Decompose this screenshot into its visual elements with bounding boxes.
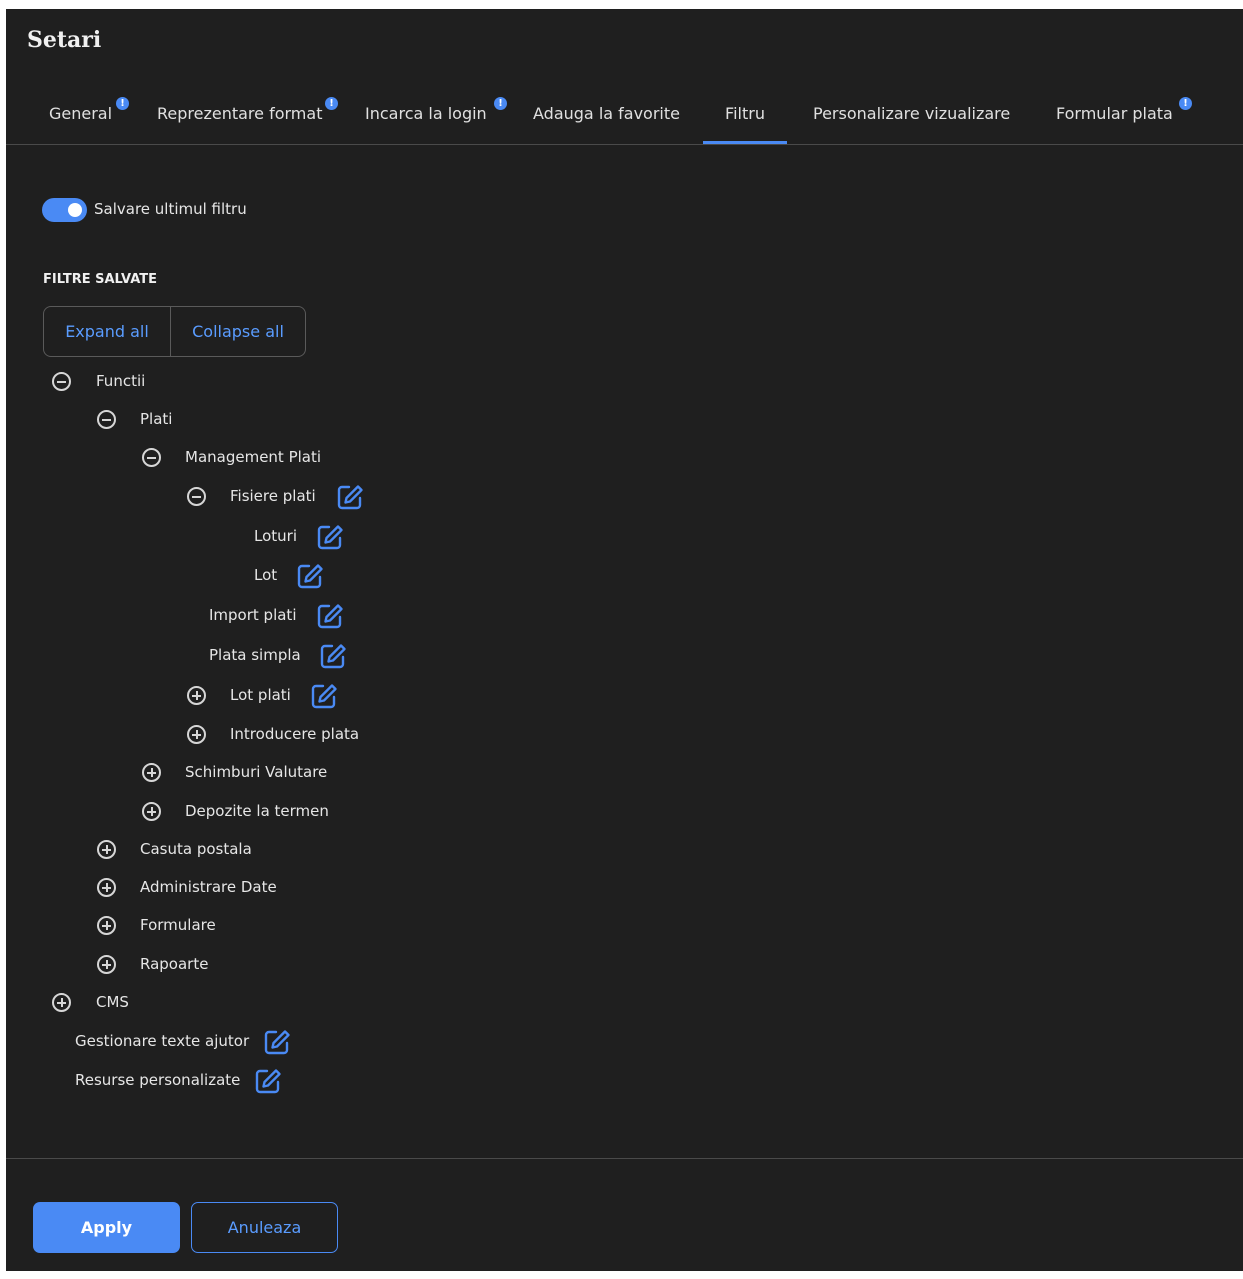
edit-icon[interactable]: [296, 562, 324, 590]
expand-icon[interactable]: [142, 763, 161, 782]
tree-node-label[interactable]: Import plati: [209, 606, 296, 624]
cancel-button[interactable]: Anuleaza: [191, 1202, 338, 1253]
tree-node-label[interactable]: Resurse personalizate: [75, 1071, 240, 1089]
toggle-knob: [68, 203, 82, 217]
tree-node-label[interactable]: Plata simpla: [209, 646, 301, 664]
tree-node-label[interactable]: Casuta postala: [140, 840, 252, 858]
expand-icon[interactable]: [142, 802, 161, 821]
expand-icon[interactable]: [97, 840, 116, 859]
alert-badge-icon: !: [116, 97, 129, 110]
tree-node-label[interactable]: Fisiere plati: [230, 487, 316, 505]
tree-node-label[interactable]: Plati: [140, 410, 172, 428]
footer-divider: [6, 1158, 1243, 1159]
edit-icon[interactable]: [254, 1067, 282, 1095]
tab-general[interactable]: General: [49, 91, 112, 144]
tree-node-label[interactable]: Gestionare texte ajutor: [75, 1032, 249, 1050]
collapse-all-button[interactable]: Collapse all: [171, 307, 305, 356]
collapse-icon[interactable]: [52, 372, 71, 391]
edit-icon[interactable]: [316, 523, 344, 551]
tab-label: Incarca la login: [365, 104, 487, 123]
tab-formular-plata[interactable]: Formular plata: [1056, 91, 1173, 144]
edit-icon[interactable]: [310, 682, 338, 710]
saved-filters-heading: FILTRE SALVATE: [43, 272, 158, 287]
tree-node-label[interactable]: Rapoarte: [140, 955, 208, 973]
tree-node-label[interactable]: Lot plati: [230, 686, 291, 704]
tree-node-label[interactable]: Lot: [254, 566, 277, 584]
expand-icon[interactable]: [52, 993, 71, 1012]
tab-label: Filtru: [725, 104, 765, 123]
tab-filtru[interactable]: Filtru: [703, 91, 787, 144]
expand-icon[interactable]: [187, 686, 206, 705]
tab-label: Formular plata: [1056, 104, 1173, 123]
tab-label: Reprezentare format: [157, 104, 323, 123]
expand-icon[interactable]: [97, 955, 116, 974]
expand-collapse-group: Expand all Collapse all: [43, 306, 306, 357]
collapse-icon[interactable]: [97, 410, 116, 429]
alert-badge-icon: !: [1179, 97, 1192, 110]
tree-node-label[interactable]: Functii: [96, 372, 145, 390]
tab-label: Personalizare vizualizare: [813, 104, 1011, 123]
save-last-filter-toggle[interactable]: [42, 198, 87, 222]
tree-node-label[interactable]: Formulare: [140, 916, 216, 934]
alert-badge-icon: !: [494, 97, 507, 110]
tab-label: Adauga la favorite: [533, 104, 680, 123]
expand-all-button[interactable]: Expand all: [44, 307, 170, 356]
expand-icon[interactable]: [97, 916, 116, 935]
toggle-label: Salvare ultimul filtru: [94, 200, 247, 218]
tree-node-label[interactable]: Depozite la termen: [185, 802, 329, 820]
tab-bar: General ! Reprezentare format ! Incarca …: [6, 91, 1243, 145]
tree-node-label[interactable]: Management Plati: [185, 448, 321, 466]
tree-node-label[interactable]: Loturi: [254, 527, 297, 545]
tab-reprezentare-format[interactable]: Reprezentare format: [157, 91, 322, 144]
tab-incarca-la-login[interactable]: Incarca la login: [365, 91, 487, 144]
edit-icon[interactable]: [319, 642, 347, 670]
tree-node-label[interactable]: Schimburi Valutare: [185, 763, 327, 781]
tree-node-label[interactable]: Introducere plata: [230, 725, 359, 743]
apply-button[interactable]: Apply: [33, 1202, 180, 1253]
collapse-icon[interactable]: [142, 448, 161, 467]
settings-dialog: Setari General ! Reprezentare format ! I…: [6, 9, 1243, 1271]
edit-icon[interactable]: [336, 483, 364, 511]
dialog-title: Setari: [27, 27, 102, 53]
tree-node-label[interactable]: CMS: [96, 993, 129, 1011]
edit-icon[interactable]: [316, 602, 344, 630]
tab-personalizare-vizualizare[interactable]: Personalizare vizualizare: [813, 91, 1010, 144]
tree-node-label[interactable]: Administrare Date: [140, 878, 277, 896]
edit-icon[interactable]: [263, 1028, 291, 1056]
alert-badge-icon: !: [325, 97, 338, 110]
tab-adauga-la-favorite[interactable]: Adauga la favorite: [533, 91, 680, 144]
expand-icon[interactable]: [97, 878, 116, 897]
collapse-icon[interactable]: [187, 487, 206, 506]
tab-label: General: [49, 104, 113, 123]
expand-icon[interactable]: [187, 725, 206, 744]
